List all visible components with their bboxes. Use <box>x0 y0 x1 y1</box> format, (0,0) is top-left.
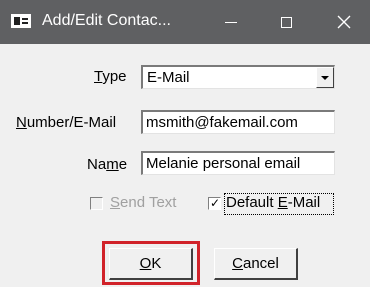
ok-button[interactable]: OK <box>109 248 193 280</box>
number-email-field[interactable] <box>141 110 335 134</box>
maximize-button[interactable] <box>263 0 309 44</box>
type-label: Type <box>94 68 127 85</box>
send-text-label: Send Text <box>110 194 177 211</box>
send-text-checkbox[interactable] <box>90 197 103 210</box>
dropdown-arrow-button[interactable] <box>316 67 334 88</box>
cancel-button-label: Cancel <box>232 255 279 272</box>
ok-button-label: OK <box>139 255 162 272</box>
window-title: Add/Edit Contac... <box>42 12 171 29</box>
close-icon <box>337 15 351 29</box>
chevron-down-icon <box>321 75 329 80</box>
type-selected-value: E-Mail <box>147 69 190 86</box>
cancel-button[interactable]: Cancel <box>214 248 298 280</box>
title-bar[interactable]: Add/Edit Contac... <box>0 0 370 44</box>
app-window-icon <box>11 14 31 28</box>
default-email-label: Default E-Mail <box>226 194 321 211</box>
type-dropdown[interactable]: E-Mail <box>141 65 335 89</box>
add-edit-contact-dialog: Add/Edit Contac... Type E-Mail Number/E-… <box>0 0 370 287</box>
number-email-label: Number/E-Mail <box>16 114 117 131</box>
close-button[interactable] <box>321 0 367 44</box>
name-input[interactable] <box>143 153 334 174</box>
checkmark-icon: ✓ <box>210 196 221 210</box>
name-field[interactable] <box>141 151 335 175</box>
number-email-input[interactable] <box>143 112 334 133</box>
minimize-button[interactable] <box>208 0 254 44</box>
name-label: Name <box>87 156 128 173</box>
default-email-checkbox[interactable]: ✓ <box>208 196 221 210</box>
minimize-icon <box>225 21 237 23</box>
maximize-icon <box>280 16 292 28</box>
